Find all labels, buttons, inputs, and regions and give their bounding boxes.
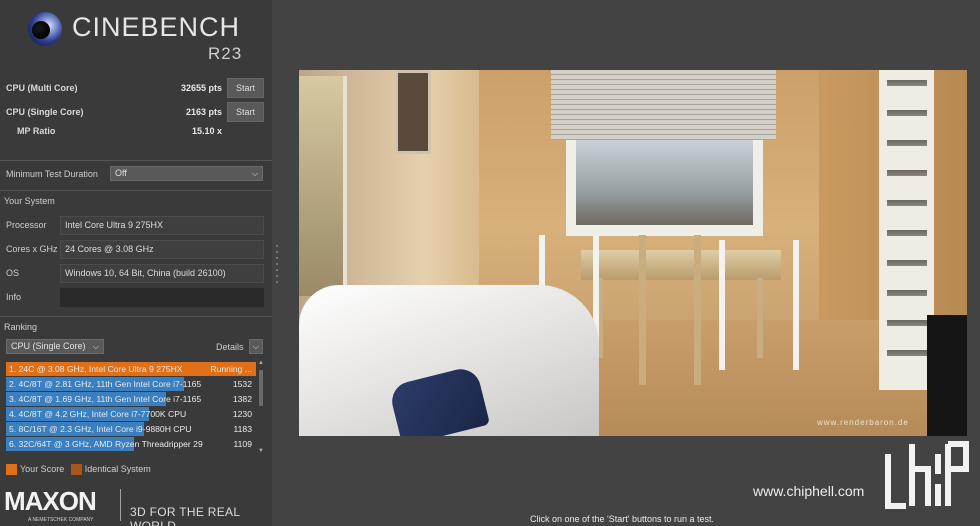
app-version: R23: [208, 44, 243, 63]
ranking-item[interactable]: 4. 4C/8T @ 4.2 GHz, Intel Core i7-7700K …: [6, 407, 256, 421]
cinebench-logo-icon: [28, 12, 62, 46]
render-viewport: www.renderbaron.de: [299, 70, 967, 436]
status-message: Click on one of the 'Start' buttons to r…: [530, 514, 715, 524]
tagline: 3D FOR THE REAL WORLD: [130, 505, 240, 526]
system-label: Cores x GHz: [6, 244, 58, 254]
mp-ratio-value: 15.10 x: [191, 126, 222, 136]
details-toggle[interactable]: ⌵: [249, 339, 263, 354]
chiphell-url: www.chiphell.com: [753, 483, 865, 499]
min-test-dropdown[interactable]: Off ⌵: [110, 166, 263, 181]
system-row-os: OS Windows 10, 64 Bit, China (build 2610…: [0, 262, 272, 284]
score-label: CPU (Single Core): [6, 107, 84, 117]
ranking-item-label: 5. 8C/16T @ 2.3 GHz, Intel Core i9-9880H…: [9, 424, 192, 434]
maxon-subtitle: A NEMETSCHEK COMPANY: [28, 517, 94, 523]
scroll-down-icon[interactable]: ▼: [258, 448, 264, 454]
mp-ratio-row: MP Ratio 15.10 x: [6, 121, 264, 141]
your-system-title: Your System: [4, 196, 55, 206]
ranking-item-label: 4. 4C/8T @ 4.2 GHz, Intel Core i7-7700K …: [9, 409, 187, 419]
logo-area: CINEBENCH R23: [0, 0, 272, 70]
ranking-item[interactable]: 1. 24C @ 3.08 GHz, Intel Core Ultra 9 27…: [6, 362, 256, 376]
identical-system-swatch: [70, 464, 82, 476]
info-input[interactable]: [60, 288, 264, 307]
ranking-item-score: 1382: [232, 394, 252, 404]
scrollbar-thumb[interactable]: [259, 370, 263, 406]
score-label: CPU (Multi Core): [6, 83, 78, 93]
render-books: [887, 80, 927, 380]
left-panel: CINEBENCH R23 CPU (Multi Core) 32655 pts…: [0, 0, 272, 526]
chevron-down-icon: ⌵: [252, 342, 259, 351]
system-label: OS: [6, 268, 20, 278]
ranking-item[interactable]: 2. 4C/8T @ 2.81 GHz, 11th Gen Intel Core…: [6, 377, 256, 391]
ranking-scrollbar[interactable]: ▲ ▼: [258, 360, 264, 456]
system-label: Info: [6, 292, 22, 302]
divider: [0, 316, 272, 317]
system-value: Intel Core Ultra 9 275HX: [60, 216, 264, 235]
app-title: CINEBENCH: [72, 12, 241, 42]
system-row-cores: Cores x GHz 24 Cores @ 3.08 GHz: [0, 238, 272, 260]
ranking-select-dropdown[interactable]: CPU (Single Core) ⌵: [6, 339, 104, 354]
min-test-label: Minimum Test Duration: [6, 169, 98, 179]
render-window-blind: [551, 70, 776, 140]
ranking-item-score: Running ...: [210, 364, 252, 374]
ranking-select-value: CPU (Single Core): [11, 341, 86, 351]
min-test-value: Off: [115, 168, 127, 178]
divider: [120, 489, 121, 521]
ranking-item[interactable]: 5. 8C/16T @ 2.3 GHz, Intel Core i9-9880H…: [6, 422, 256, 436]
chiphell-logo-icon: [885, 441, 969, 509]
chevron-down-icon: ⌵: [251, 169, 258, 178]
score-row-multi: CPU (Multi Core) 32655 pts Start: [6, 78, 264, 98]
divider: [0, 160, 272, 161]
start-single-core-button[interactable]: Start: [227, 102, 264, 122]
details-label[interactable]: Details: [216, 342, 244, 352]
ranking-item-label: 3. 4C/8T @ 1.69 GHz, 11th Gen Intel Core…: [9, 394, 202, 404]
ranking-title: Ranking: [4, 322, 38, 332]
ranking-item-score: 1109: [233, 439, 252, 449]
system-row-processor: Processor Intel Core Ultra 9 275HX: [0, 214, 272, 236]
render-window-glass: [576, 135, 753, 225]
system-label: Processor: [6, 220, 47, 230]
divider: [0, 190, 272, 191]
system-value: Windows 10, 64 Bit, China (build 26100): [60, 264, 264, 283]
legend-identical-system: Identical System: [84, 464, 151, 474]
render-left-window: [299, 76, 347, 296]
ranking-item-score: 1532: [232, 379, 252, 389]
legend-your-score: Your Score: [20, 464, 65, 474]
scroll-up-icon[interactable]: ▲: [258, 360, 264, 366]
score-value: 32655 pts: [180, 83, 222, 93]
ranking-item-score: 1183: [233, 424, 252, 434]
system-value: 24 Cores @ 3.08 GHz: [60, 240, 264, 259]
ranking-item-label: 2. 4C/8T @ 2.81 GHz, 11th Gen Intel Core…: [9, 379, 202, 389]
score-value: 2163 pts: [185, 107, 222, 117]
ranking-legend: Your Score Identical System: [6, 464, 151, 476]
render-chair: [719, 240, 799, 370]
start-multi-core-button[interactable]: Start: [227, 78, 264, 98]
ranking-item-label: 1. 24C @ 3.08 GHz, Intel Core Ultra 9 27…: [9, 364, 183, 374]
chevron-down-icon: ⌵: [92, 342, 99, 351]
render-picture-frame: [395, 70, 431, 154]
score-row-single: CPU (Single Core) 2163 pts Start: [6, 102, 264, 122]
ranking-list: 1. 24C @ 3.08 GHz, Intel Core Ultra 9 27…: [6, 360, 264, 456]
ranking-item-label: 6. 32C/64T @ 3 GHz, AMD Ryzen Threadripp…: [9, 439, 203, 449]
maxon-logo: MAXON: [4, 486, 97, 516]
your-score-swatch: [6, 464, 17, 476]
system-row-info: Info: [0, 286, 272, 308]
mp-ratio-label: MP Ratio: [17, 126, 56, 136]
ranking-item[interactable]: 3. 4C/8T @ 1.69 GHz, 11th Gen Intel Core…: [6, 392, 256, 406]
render-chair: [639, 235, 701, 385]
panel-resize-grip[interactable]: [276, 245, 279, 285]
ranking-item[interactable]: 6. 32C/64T @ 3 GHz, AMD Ryzen Threadripp…: [6, 437, 256, 451]
ranking-item-score: 1230: [232, 409, 252, 419]
